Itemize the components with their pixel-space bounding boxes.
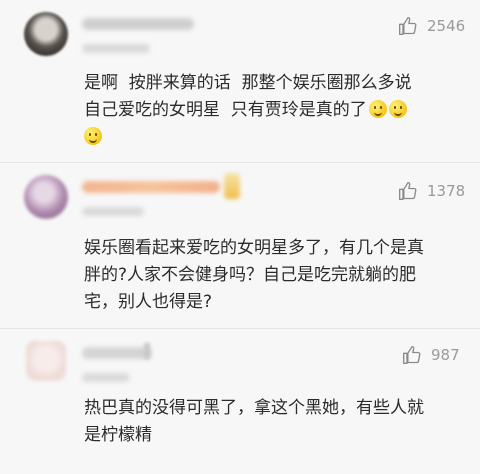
thumbs-up-icon: [399, 17, 417, 35]
username[interactable]: [82, 18, 194, 30]
username[interactable]: [82, 347, 152, 359]
username[interactable]: [82, 181, 220, 193]
comment-text: 是啊 按胖来算的话 那整个娱乐圈那么多说 自己爱吃的女明星 只有贾玲是真的了: [84, 70, 456, 151]
user-badge: [144, 343, 150, 359]
smile-emoji-icon: [84, 127, 102, 145]
like-count: 2546: [427, 17, 466, 35]
like-button[interactable]: 987: [402, 345, 460, 365]
comment-text: 热巴真的没得可黑了，拿这个黑她，有些人就 是柠檬精: [84, 395, 456, 449]
thumbs-up-icon: [403, 346, 421, 364]
comment-item: 1378 娱乐圈看起来爱吃的女明星多了，有几个是真 胖的?人家不会健身吗？自己是…: [0, 163, 480, 323]
smile-emoji-icon: [368, 100, 387, 118]
comment-line: 宅，别人也得是?: [84, 292, 213, 312]
comment-text: 娱乐圈看起来爱吃的女明星多了，有几个是真 胖的?人家不会健身吗？自己是吃完就躺的…: [84, 235, 456, 316]
comment-line: 胖的?人家不会健身吗？自己是吃完就躺的肥: [84, 265, 417, 285]
like-button[interactable]: 2546: [398, 16, 465, 36]
comment-meta: [82, 373, 130, 382]
comment-line: 娱乐圈看起来爱吃的女明星多了，有几个是真: [84, 238, 424, 258]
thumbs-up-icon: [399, 182, 417, 200]
comment-item: 2546 是啊 按胖来算的话 那整个娱乐圈那么多说 自己爱吃的女明星 只有贾玲是…: [0, 0, 480, 160]
avatar[interactable]: [24, 12, 68, 56]
like-count: 1378: [427, 182, 466, 200]
comment-line: 热巴真的没得可黑了，拿这个黑她，有些人就: [84, 398, 424, 418]
comment-line: 自己爱吃的女明星 只有贾玲是真的了: [84, 100, 367, 120]
comment-item: 987 热巴真的没得可黑了，拿这个黑她，有些人就 是柠檬精: [0, 329, 480, 474]
comment-line: 是啊 按胖来算的话 那整个娱乐圈那么多说: [84, 73, 412, 93]
avatar[interactable]: [26, 341, 66, 381]
like-count: 987: [431, 346, 460, 364]
comment-meta: [82, 207, 144, 216]
smile-emoji-icon: [388, 100, 407, 118]
avatar[interactable]: [24, 175, 68, 219]
comment-meta: [82, 44, 150, 53]
like-button[interactable]: 1378: [398, 181, 465, 201]
vip-badge-icon: [224, 173, 240, 199]
comment-line: 是柠檬精: [84, 425, 152, 445]
